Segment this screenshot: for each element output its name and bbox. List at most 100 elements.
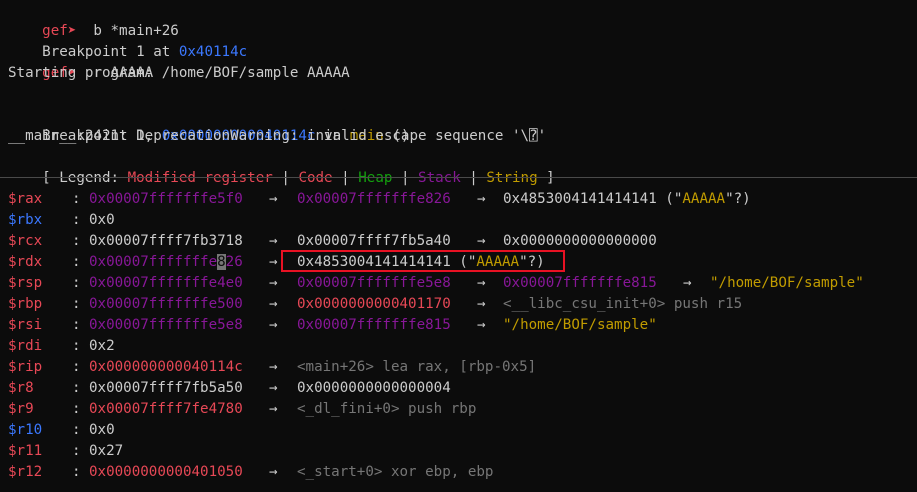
legend-separator: | [392, 170, 419, 186]
value-suffix: "?) [725, 191, 751, 207]
breakpoint-set-line: Breakpoint 1 at 0x40114c [8, 21, 247, 60]
register-name: $rbx [8, 212, 43, 228]
register-row: $r9:0x00007ffff7fe4780 → <_dl_fini+0> push… [0, 399, 917, 420]
register-colon: : [72, 254, 81, 270]
register-name: $r12 [8, 464, 43, 480]
register-row: $rip:0x000000000040114c → <main+26> lea ra… [0, 357, 917, 378]
register-colon: : [72, 317, 81, 333]
dereferenced-value: 0x0000000000000000 [503, 233, 657, 249]
register-name: $r8 [8, 380, 34, 396]
legend-separator: | [332, 170, 359, 186]
register-row: $r8:0x00007ffff7fb5a50 → 0x000000000000000… [0, 378, 917, 399]
register-colon: : [72, 191, 81, 207]
dereferenced-value: <__libc_csu_init+0> push r15 [503, 296, 743, 312]
register-row: $rcx:0x00007ffff7fb3718 → 0x00007ffff7fb5a… [0, 231, 917, 252]
arrow-icon: → [477, 233, 486, 249]
register-name: $rsi [8, 317, 43, 333]
legend-string: String [486, 170, 538, 186]
register-name: $rdi [8, 338, 43, 354]
register-value: 0x2 [89, 338, 115, 354]
register-value-part: 26 [225, 254, 243, 270]
arrow-icon: → [269, 296, 278, 312]
dereferenced-value: 0x0000000000000004 [297, 380, 451, 396]
arrow-icon: → [477, 317, 486, 333]
register-name: $r9 [8, 401, 34, 417]
register-row: $r11:0x27 [0, 441, 917, 462]
register-value: 0x27 [89, 443, 124, 459]
dereferenced-value: <main+26> lea rax, [rbp-0x5] [297, 359, 537, 375]
string-value: AAAAA [682, 191, 726, 207]
register-colon: : [72, 233, 81, 249]
command-line-1: gef➤ b *main+26 [8, 0, 179, 39]
register-colon: : [72, 338, 81, 354]
register-value: 0x00007fffffffe4e0 [89, 275, 243, 291]
register-colon: : [72, 422, 81, 438]
register-value: 0x00007fffffffe826 [89, 252, 243, 273]
arrow-icon: → [477, 191, 486, 207]
register-value: 0x00007ffff7fb3718 [89, 233, 243, 249]
legend-close: ] [537, 170, 555, 186]
legend-separator: | [460, 170, 487, 186]
arrow-icon: → [269, 401, 278, 417]
section-divider [0, 177, 917, 178]
breakpoint-hit-line: Breakpoint 1, 0x000000000040114c in main… [8, 105, 409, 144]
register-value: 0x00007ffff7fb5a50 [89, 380, 243, 396]
register-colon: : [72, 401, 81, 417]
register-name: $rax [8, 191, 43, 207]
legend-code: Code [298, 170, 333, 186]
deprecation-warning-line: __main__:2421: DeprecationWarning: inval… [8, 128, 547, 144]
arrow-icon: → [269, 254, 278, 270]
dereferenced-value: 0x00007fffffffe815 [297, 317, 451, 333]
dereferenced-value: 0x0000000000401170 [297, 296, 451, 312]
register-row: $r12:0x0000000000401050 → <_start+0> xor e… [0, 462, 917, 483]
arrow-icon: → [269, 191, 278, 207]
dereferenced-value: <_start+0> xor ebp, ebp [297, 464, 494, 480]
register-name: $r10 [8, 422, 43, 438]
register-name: $rbp [8, 296, 43, 312]
register-colon: : [72, 359, 81, 375]
register-row: $rsp:0x00007fffffffe4e0 → 0x00007fffffffe5… [0, 273, 917, 294]
register-name: $r11 [8, 443, 43, 459]
dereferenced-value: "/home/BOF/sample" [503, 317, 657, 333]
dereferenced-value: 0x00007fffffffe5e8 [297, 275, 451, 291]
legend-line: [ Legend: Modified register | Code | Hea… [8, 147, 555, 186]
register-colon: : [72, 296, 81, 312]
register-colon: : [72, 212, 81, 228]
text-cursor: 8 [217, 254, 226, 270]
register-value: 0x000000000040114c [89, 359, 243, 375]
register-name: $rip [8, 359, 43, 375]
arrow-icon: → [269, 233, 278, 249]
register-row: $r10:0x0 [0, 420, 917, 441]
register-value: 0x00007fffffffe5e8 [89, 317, 243, 333]
arrow-icon: → [269, 317, 278, 333]
register-value: 0x00007ffff7fe4780 [89, 401, 243, 417]
highlight-box [281, 250, 565, 272]
arrow-icon: → [269, 275, 278, 291]
breakpoint-address: 0x40114c [178, 44, 248, 60]
legend-separator: | [272, 170, 299, 186]
legend-stack: Stack [418, 170, 461, 186]
register-value: 0x00007fffffffe500 [89, 296, 243, 312]
dereferenced-value: <_dl_fini+0> push rbp [297, 401, 477, 417]
value-prefix: 0x4853004141414141 (" [503, 191, 683, 207]
command-line-2: gef➤ r AAAAA [8, 42, 153, 81]
register-colon: : [72, 443, 81, 459]
dereferenced-value: 0x00007fffffffe815 [503, 275, 657, 291]
arrow-icon: → [269, 359, 278, 375]
arrow-icon: → [477, 296, 486, 312]
register-value: 0x00007fffffffe5f0 [89, 191, 243, 207]
register-value-part: 0x00007fffffffe [89, 254, 218, 270]
register-name: $rdx [8, 254, 43, 270]
register-colon: : [72, 275, 81, 291]
legend-open: [ Legend: [42, 170, 128, 186]
dereferenced-value: "/home/BOF/sample" [710, 275, 864, 291]
register-name: $rsp [8, 275, 43, 291]
starting-program-line: Starting program: /home/BOF/sample AAAAA [8, 65, 350, 81]
dereferenced-value: 0x00007ffff7fb5a40 [297, 233, 451, 249]
terminal-window[interactable]: gef➤ b *main+26 Breakpoint 1 at 0x40114c… [0, 0, 917, 492]
register-row: $rbx:0x0 [0, 210, 917, 231]
arrow-icon: → [269, 464, 278, 480]
arrow-icon: → [477, 275, 486, 291]
register-value: 0x0 [89, 212, 115, 228]
register-colon: : [72, 464, 81, 480]
